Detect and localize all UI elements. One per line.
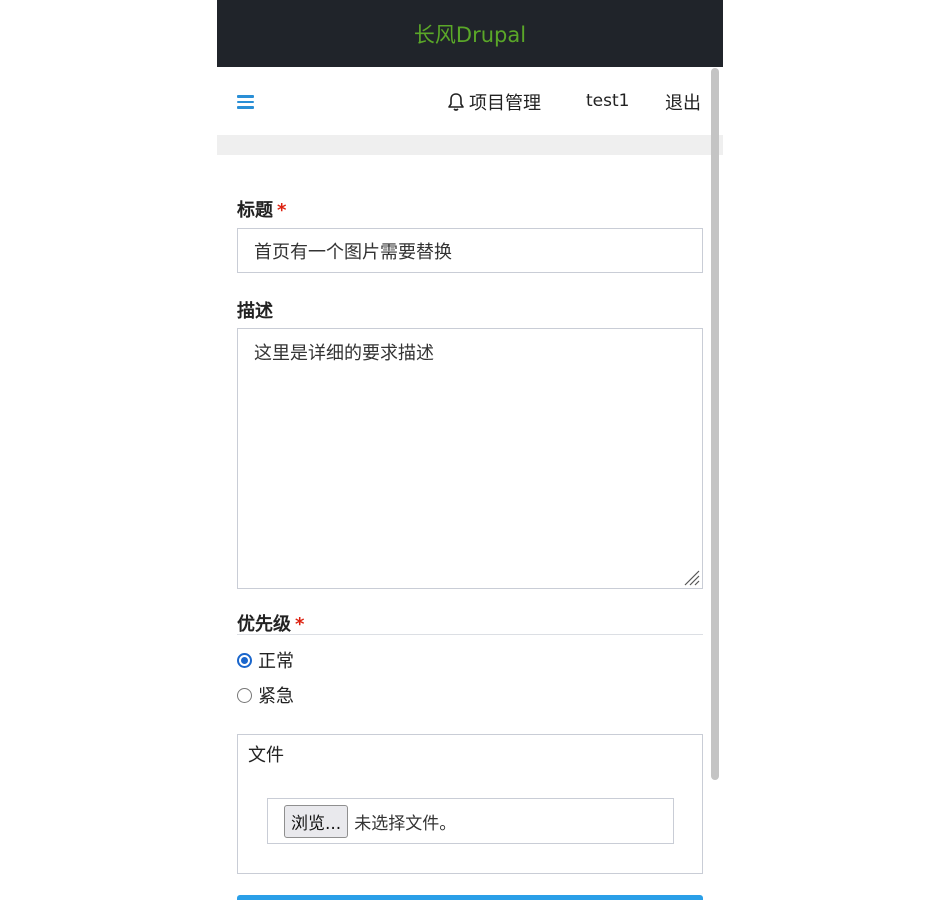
no-file-text: 未选择文件。	[354, 813, 457, 834]
bell-icon	[448, 93, 464, 111]
required-mark: *	[295, 614, 305, 635]
priority-option-urgent[interactable]: 紧急	[237, 682, 294, 708]
nav-user-link[interactable]: test1	[586, 91, 629, 111]
priority-option-label: 紧急	[258, 686, 294, 707]
menu-icon[interactable]	[237, 95, 254, 109]
file-fieldset: 文件 浏览... 未选择文件。	[237, 734, 703, 874]
description-textarea[interactable]: 这里是详细的要求描述	[237, 328, 703, 589]
nav-projects-link[interactable]: 项目管理	[447, 89, 541, 115]
app-frame: 长风Drupal 项目管理 test1 退出 标题 * 首页有一个图片需要替换 描…	[217, 0, 723, 900]
browse-button[interactable]: 浏览...	[284, 804, 349, 838]
required-mark: *	[277, 200, 287, 221]
priority-label-text: 优先级	[237, 614, 291, 635]
nav-projects-label: 项目管理	[469, 93, 541, 114]
site-header: 长风Drupal	[217, 0, 723, 67]
radio-unchecked-icon[interactable]	[237, 687, 252, 703]
description-value: 这里是详细的要求描述	[254, 343, 434, 364]
title-label: 标题 *	[237, 196, 286, 222]
resize-handle-icon[interactable]	[682, 568, 700, 586]
priority-divider	[237, 634, 703, 635]
site-title[interactable]: 长风Drupal	[414, 19, 526, 49]
description-label: 描述	[237, 297, 273, 323]
title-input-value: 首页有一个图片需要替换	[254, 241, 452, 263]
nav-logout-link[interactable]: 退出	[665, 89, 701, 115]
submit-button[interactable]	[237, 895, 703, 900]
radio-checked-icon[interactable]	[237, 652, 252, 668]
file-input[interactable]: 浏览... 未选择文件。	[267, 798, 674, 844]
nav-bar: 项目管理 test1 退出	[217, 67, 723, 135]
content-top-divider	[217, 135, 723, 155]
description-label-text: 描述	[237, 301, 273, 322]
priority-option-normal[interactable]: 正常	[237, 647, 294, 673]
priority-label: 优先级 *	[237, 610, 304, 636]
file-legend: 文件	[248, 745, 284, 766]
scrollbar-thumb[interactable]	[711, 68, 719, 780]
title-label-text: 标题	[237, 200, 273, 221]
priority-option-label: 正常	[258, 651, 294, 672]
title-input[interactable]: 首页有一个图片需要替换	[237, 228, 703, 273]
